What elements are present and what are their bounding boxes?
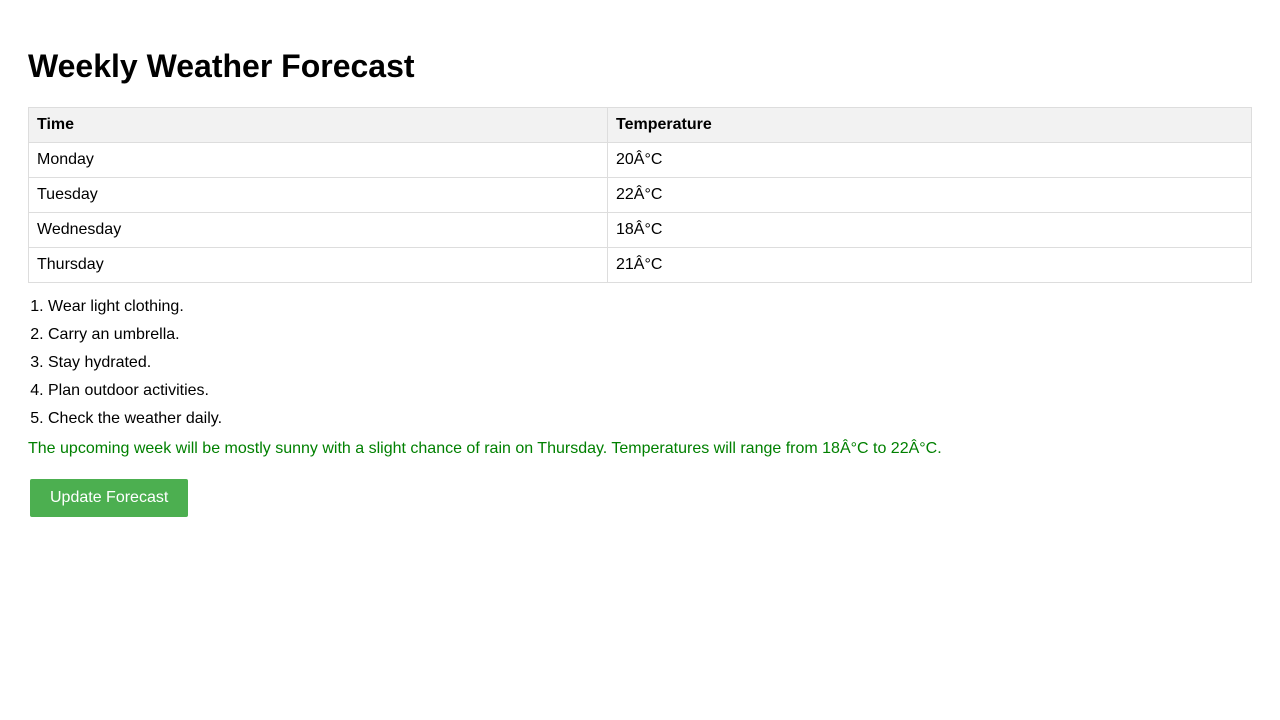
day-cell: Thursday xyxy=(28,247,608,283)
list-item: Stay hydrated. xyxy=(48,351,1252,379)
column-header-temperature: Temperature xyxy=(607,107,1252,143)
temperature-cell: 20Â°C xyxy=(607,142,1252,178)
tips-list: Wear light clothing. Carry an umbrella. … xyxy=(28,295,1252,435)
table-row: Monday 20Â°C xyxy=(28,142,1252,178)
list-item: Wear light clothing. xyxy=(48,295,1252,323)
day-cell: Wednesday xyxy=(28,212,608,248)
day-cell: Tuesday xyxy=(28,177,608,213)
forecast-table: Time Temperature Monday 20Â°C Tuesday 22… xyxy=(28,107,1252,283)
forecast-summary: The upcoming week will be mostly sunny w… xyxy=(28,440,942,457)
column-header-time: Time xyxy=(28,107,608,143)
page-title: Weekly Weather Forecast xyxy=(28,48,415,84)
list-item: Plan outdoor activities. xyxy=(48,379,1252,407)
update-forecast-button[interactable]: Update Forecast xyxy=(30,479,189,517)
temperature-cell: 18Â°C xyxy=(607,212,1252,248)
table-row: Thursday 21Â°C xyxy=(28,247,1252,283)
temperature-cell: 21Â°C xyxy=(607,247,1252,283)
list-item: Carry an umbrella. xyxy=(48,323,1252,351)
table-row: Wednesday 18Â°C xyxy=(28,212,1252,248)
temperature-cell: 22Â°C xyxy=(607,177,1252,213)
page: Weekly Weather Forecast Time Temperature… xyxy=(0,0,1280,517)
table-header-row: Time Temperature xyxy=(28,107,1252,143)
table-row: Tuesday 22Â°C xyxy=(28,177,1252,213)
list-item: Check the weather daily. xyxy=(48,407,1252,435)
day-cell: Monday xyxy=(28,142,608,178)
